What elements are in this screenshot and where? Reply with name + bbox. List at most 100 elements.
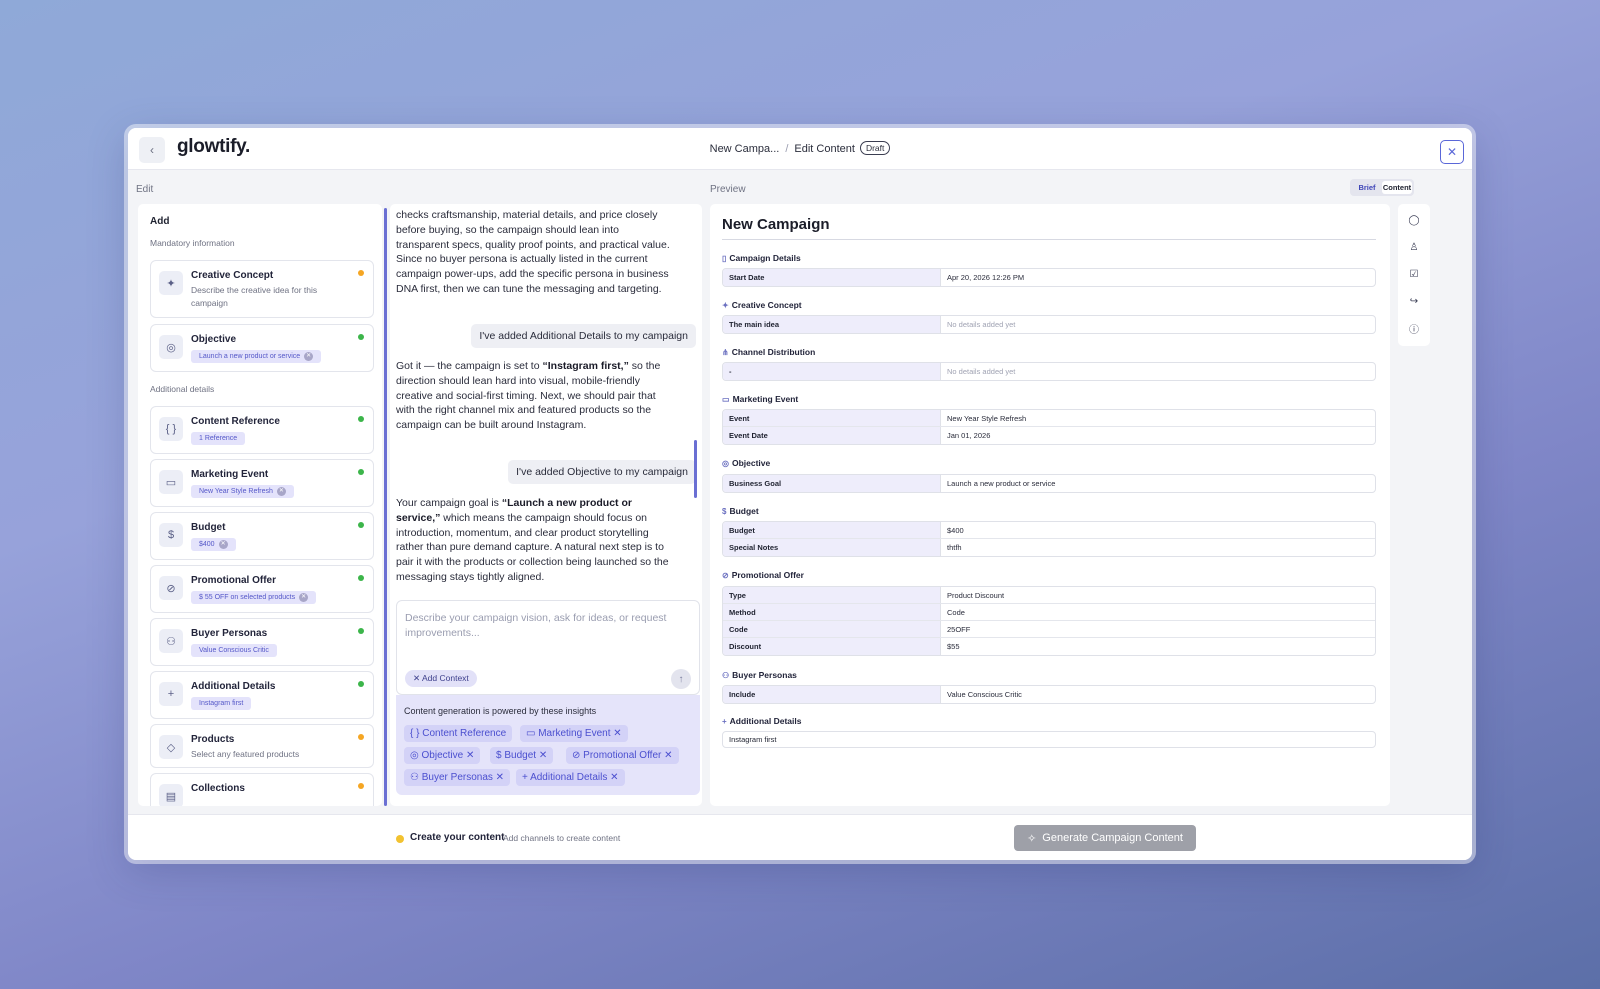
- remove-icon[interactable]: ✕: [276, 487, 286, 496]
- card-description: Describe the creative idea for this camp…: [191, 285, 318, 308]
- status-dot: [358, 334, 364, 340]
- row-value: 25OFF: [947, 624, 971, 634]
- offer-chip: $ 55 OFF on selected products ✕: [191, 591, 317, 604]
- tag-percent-icon: ⊘: [722, 571, 729, 580]
- insight-chip-marketing-event[interactable]: ▭ Marketing Event ✕: [520, 725, 628, 742]
- budget-table: Budget $400 Special Notes thtfh: [722, 521, 1376, 557]
- row-value: $400: [947, 525, 964, 535]
- row-key: The main idea: [723, 316, 941, 333]
- insight-chip-buyer-personas[interactable]: ⚇ Buyer Personas ✕: [404, 769, 511, 786]
- send-button[interactable]: ↑: [671, 669, 691, 689]
- share-arrow-icon[interactable]: ↪: [1406, 293, 1422, 309]
- card-title: Objective: [191, 334, 237, 345]
- chat-input-placeholder: Describe your campaign vision, ask for i…: [405, 612, 667, 639]
- card-creative-concept[interactable]: ✦ Creative Concept Describe the creative…: [150, 260, 374, 318]
- bottom-bar: Create your content Add channels to crea…: [128, 814, 1472, 860]
- calendar-icon: ▭: [722, 395, 730, 404]
- toggle-brief[interactable]: Brief: [1352, 181, 1382, 194]
- table-row: Code 25OFF: [723, 621, 1375, 638]
- chat-input[interactable]: Describe your campaign vision, ask for i…: [396, 600, 700, 695]
- insight-chip-additional-details[interactable]: + Additional Details ✕: [516, 769, 625, 786]
- card-title: Content Reference: [191, 416, 280, 427]
- braces-icon: { }: [159, 417, 183, 441]
- card-products[interactable]: ◇ Products Select any featured products: [150, 724, 374, 768]
- card-marketing-event[interactable]: ▭ Marketing Event New Year Style Refresh…: [150, 459, 374, 507]
- card-content-reference[interactable]: { } Content Reference 1 Reference: [150, 406, 374, 454]
- users-icon: ⚇: [722, 671, 730, 680]
- info-icon[interactable]: ⓘ: [1406, 320, 1422, 336]
- remove-icon[interactable]: ✕: [218, 540, 228, 549]
- edit-label: Edit: [136, 184, 154, 195]
- toggle-content[interactable]: Content: [1382, 181, 1412, 194]
- app-window: ‹ glowtify. New Campa... / Edit Content Dra…: [128, 128, 1472, 860]
- insight-chip-budget[interactable]: $ Budget ✕: [490, 747, 554, 764]
- persona-chip: Value Conscious Critic: [191, 644, 277, 657]
- generate-label: Generate Campaign Content: [1042, 832, 1183, 844]
- breadcrumb: New Campa... / Edit Content Draft: [128, 141, 1472, 155]
- section-objective: ◎ Objective: [722, 458, 770, 468]
- row-key: -: [723, 363, 941, 380]
- row-key: Code: [723, 621, 941, 637]
- row-value: Apr 20, 2026 12:26 PM: [947, 273, 1025, 282]
- checkbox-icon[interactable]: ☑: [1406, 266, 1422, 282]
- status-dot: [358, 783, 364, 789]
- table-row: Special Notes thtfh: [723, 539, 1375, 556]
- breadcrumb-separator: /: [785, 143, 789, 155]
- chip-label: $400: [199, 541, 215, 548]
- table-row: Event Date Jan 01, 2026: [723, 427, 1375, 444]
- status-dot: [358, 469, 364, 475]
- chip-label: Instagram first: [199, 700, 244, 707]
- breadcrumb-campaign[interactable]: New Campa...: [710, 143, 780, 155]
- additional-details-value: Instagram first: [722, 731, 1376, 748]
- row-key: Event Date: [723, 427, 941, 444]
- close-button[interactable]: ✕: [1440, 140, 1464, 164]
- chip-label: New Year Style Refresh: [199, 488, 273, 495]
- card-title: Marketing Event: [191, 469, 269, 480]
- promotional-offer-table: Type Product Discount Method Code Code 25OF…: [722, 586, 1376, 656]
- status-badge: Draft: [859, 141, 891, 155]
- plus-icon: +: [159, 682, 183, 706]
- table-row: Budget $400: [723, 522, 1375, 539]
- section-promotional-offer: ⊘ Promotional Offer: [722, 570, 804, 580]
- table-row: Type Product Discount: [723, 587, 1375, 604]
- card-promotional-offer[interactable]: ⊘ Promotional Offer $ 55 OFF on selected…: [150, 565, 374, 613]
- message-text: Your campaign goal is: [396, 497, 502, 509]
- card-buyer-personas[interactable]: ⚇ Buyer Personas Value Conscious Critic: [150, 618, 374, 666]
- remove-icon[interactable]: ✕: [299, 593, 309, 602]
- section-additional-details: + Additional Details: [722, 716, 801, 726]
- document-icon: ▯: [722, 254, 727, 263]
- chat-scrollbar[interactable]: [694, 440, 697, 498]
- insight-chip-objective[interactable]: ◎ Objective ✕: [404, 747, 481, 764]
- row-value: Code: [947, 607, 965, 617]
- chat-bubble-icon[interactable]: ◯: [1406, 212, 1422, 228]
- marketing-event-table: Event New Year Style Refresh Event Date Ja…: [722, 409, 1376, 445]
- table-row: - No details added yet: [723, 363, 1375, 380]
- status-dot: [358, 628, 364, 634]
- left-scrollbar[interactable]: [384, 208, 387, 806]
- insight-chip-promotional-offer[interactable]: ⊘ Promotional Offer ✕: [566, 747, 679, 764]
- view-toggle: Brief Content: [1350, 179, 1414, 196]
- add-context-button[interactable]: ✕ Add Context: [405, 670, 477, 687]
- tag-icon: ◇: [159, 735, 183, 759]
- arrow-up-icon: ↑: [678, 673, 684, 685]
- card-additional-details[interactable]: + Additional Details Instagram first: [150, 671, 374, 719]
- user-icon[interactable]: ♙: [1406, 239, 1422, 255]
- card-collections[interactable]: ▤ Collections: [150, 773, 374, 806]
- section-label: Objective: [731, 458, 771, 468]
- generate-content-button[interactable]: ✧ Generate Campaign Content: [1014, 825, 1196, 851]
- event-chip: New Year Style Refresh ✕: [191, 485, 294, 498]
- insight-chip-content-reference[interactable]: { } Content Reference: [404, 725, 513, 742]
- user-message: I've added Additional Details to my camp…: [471, 324, 696, 348]
- remove-icon[interactable]: ✕: [304, 352, 314, 361]
- card-budget[interactable]: $ Budget $400 ✕: [150, 512, 374, 560]
- table-row: Discount $55: [723, 638, 1375, 655]
- tag-percent-icon: ⊘: [159, 576, 183, 600]
- calendar-icon: ▭: [159, 470, 183, 494]
- create-content-hint: Add channels to create content: [503, 833, 621, 843]
- section-label: Channel Distribution: [731, 347, 816, 357]
- creative-concept-table: The main idea No details added yet: [722, 315, 1376, 334]
- card-objective[interactable]: ◎ Objective Launch a new product or serv…: [150, 324, 374, 372]
- row-key: Start Date: [723, 269, 941, 286]
- row-key: Type: [723, 587, 941, 603]
- share-icon: ⋔: [722, 348, 729, 357]
